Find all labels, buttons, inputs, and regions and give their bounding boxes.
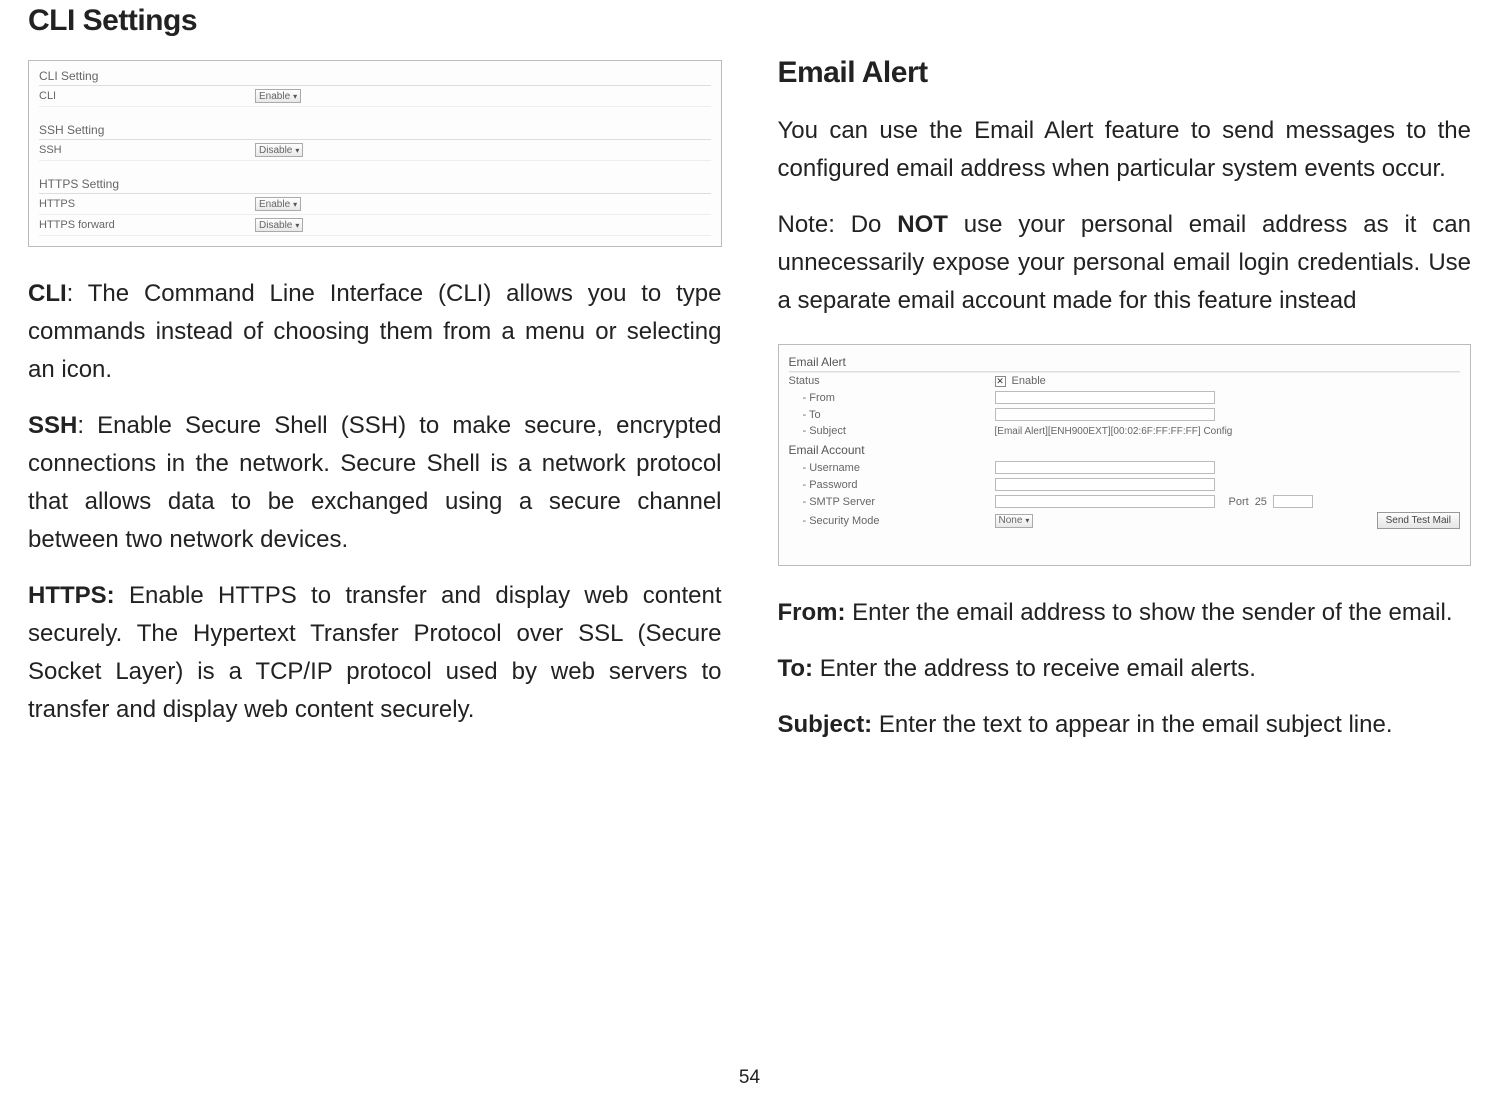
security-select-value: None — [999, 515, 1023, 526]
status-label: Status — [789, 375, 989, 387]
send-test-mail-button[interactable]: Send Test Mail — [1377, 512, 1460, 529]
cli-section-title: CLI Setting — [39, 65, 711, 86]
chevron-down-icon: ▾ — [293, 92, 297, 101]
to-description: To: Enter the address to receive email a… — [778, 650, 1472, 688]
https-section-title: HTTPS Setting — [39, 173, 711, 194]
port-input[interactable] — [1273, 495, 1313, 508]
security-label: - Security Mode — [789, 515, 989, 527]
to-input[interactable] — [995, 408, 1215, 421]
password-label: - Password — [789, 479, 989, 491]
https-forward-select[interactable]: Disable ▾ — [255, 218, 303, 232]
email-alert-intro: You can use the Email Alert feature to s… — [778, 112, 1472, 188]
https-text: Enable HTTPS to transfer and display web… — [28, 582, 722, 723]
port-value: 25 — [1255, 496, 1267, 508]
email-alert-figure: Email Alert Status ✕ Enable - From - To — [778, 344, 1472, 566]
email-alert-heading: Email Alert — [778, 56, 1472, 90]
from-bold: From: — [778, 599, 846, 626]
username-label: - Username — [789, 462, 989, 474]
ssh-text: : Enable Secure Shell (SSH) to make secu… — [28, 412, 722, 553]
from-text: Enter the email address to show the send… — [846, 599, 1453, 626]
cli-select[interactable]: Enable ▾ — [255, 89, 301, 103]
from-description: From: Enter the email address to show th… — [778, 594, 1472, 632]
email-alert-section-title: Email Alert — [789, 351, 1461, 372]
password-input[interactable] — [995, 478, 1215, 491]
https-bold: HTTPS: — [28, 582, 115, 609]
chevron-down-icon: ▾ — [293, 200, 297, 209]
cli-bold: CLI — [28, 280, 67, 307]
enable-checkbox[interactable]: ✕ — [995, 376, 1006, 387]
ssh-select[interactable]: Disable ▾ — [255, 143, 303, 157]
note-bold: NOT — [897, 211, 948, 238]
subject-value: [Email Alert][ENH900EXT][00:02:6F:FF:FF:… — [995, 426, 1233, 437]
cli-row-label: CLI — [39, 90, 249, 102]
https-paragraph: HTTPS: Enable HTTPS to transfer and disp… — [28, 577, 722, 729]
to-text: Enter the address to receive email alert… — [813, 655, 1256, 682]
username-input[interactable] — [995, 461, 1215, 474]
cli-paragraph: CLI: The Command Line Interface (CLI) al… — [28, 275, 722, 389]
ssh-paragraph: SSH: Enable Secure Shell (SSH) to make s… — [28, 407, 722, 559]
chevron-down-icon: ▾ — [295, 221, 299, 230]
cli-settings-figure: CLI Setting CLI Enable ▾ SSH Setting SSH… — [28, 60, 722, 247]
subject-text: Enter the text to appear in the email su… — [872, 711, 1392, 738]
https-forward-select-value: Disable — [259, 220, 292, 231]
cli-text: : The Command Line Interface (CLI) allow… — [28, 280, 722, 383]
note-pre: Note: Do — [778, 211, 898, 238]
https-select[interactable]: Enable ▾ — [255, 197, 301, 211]
https-row-label: HTTPS — [39, 198, 249, 210]
https-select-value: Enable — [259, 199, 290, 210]
subject-description: Subject: Enter the text to appear in the… — [778, 706, 1472, 744]
port-label: Port — [1229, 496, 1249, 508]
subject-bold: Subject: — [778, 711, 873, 738]
to-label: - To — [789, 409, 989, 421]
ssh-section-title: SSH Setting — [39, 119, 711, 140]
cli-settings-heading: CLI Settings — [28, 4, 722, 38]
https-forward-row-label: HTTPS forward — [39, 219, 249, 231]
chevron-down-icon: ▾ — [295, 146, 299, 155]
security-select[interactable]: None ▾ — [995, 514, 1034, 528]
email-alert-note: Note: Do NOT use your personal email add… — [778, 206, 1472, 320]
from-input[interactable] — [995, 391, 1215, 404]
chevron-down-icon: ▾ — [1025, 516, 1029, 525]
smtp-input[interactable] — [995, 495, 1215, 508]
from-label: - From — [789, 392, 989, 404]
to-bold: To: — [778, 655, 814, 682]
smtp-label: - SMTP Server — [789, 496, 989, 508]
page-number: 54 — [739, 1067, 760, 1089]
ssh-row-label: SSH — [39, 144, 249, 156]
ssh-select-value: Disable — [259, 145, 292, 156]
ssh-bold: SSH — [28, 412, 77, 439]
cli-select-value: Enable — [259, 91, 290, 102]
subject-label: - Subject — [789, 425, 989, 437]
email-account-section-title: Email Account — [789, 439, 1461, 459]
enable-label: Enable — [1012, 375, 1046, 387]
